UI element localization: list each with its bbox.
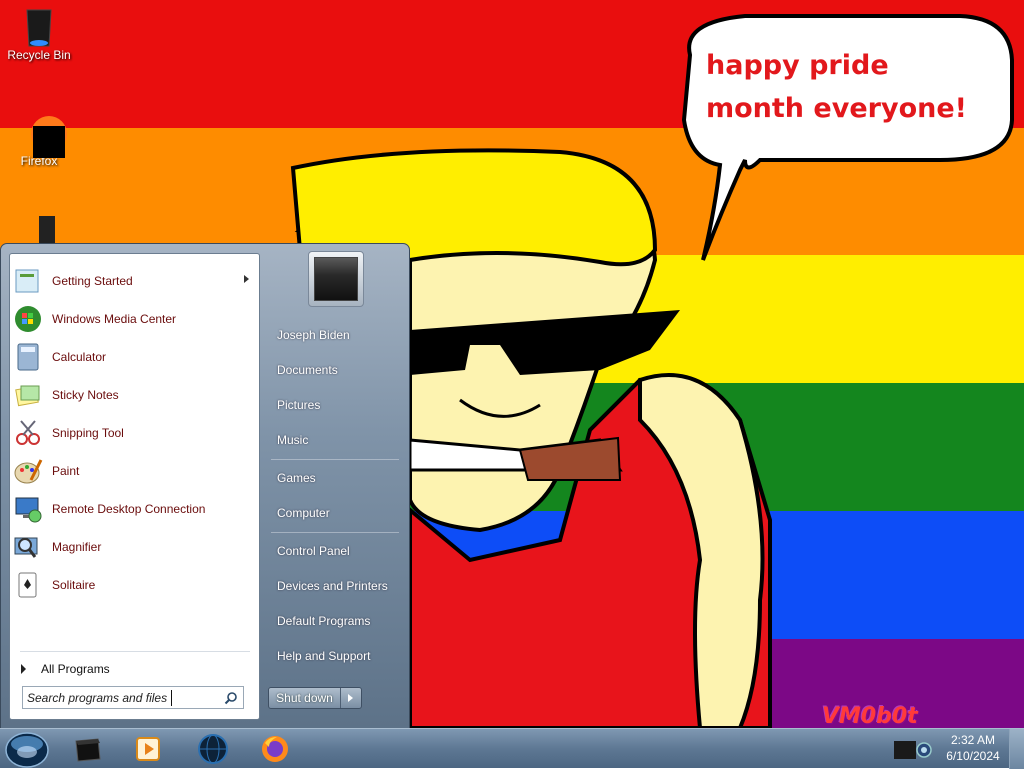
globe-icon[interactable] <box>197 733 229 765</box>
search-icon[interactable] <box>224 691 238 705</box>
search-input[interactable] <box>27 688 217 707</box>
default-programs-label: Default Programs <box>277 614 371 628</box>
devices-and-printers-link[interactable]: Devices and Printers <box>268 570 402 602</box>
network-camera-icon[interactable] <box>892 735 932 763</box>
program-label: Paint <box>52 464 80 478</box>
terminal-icon[interactable] <box>72 733 104 765</box>
system-clock[interactable]: 2:32 AM 6/10/2024 <box>941 732 1005 764</box>
shutdown-button[interactable]: Shut down <box>269 688 341 708</box>
pictures-label: Pictures <box>277 398 321 412</box>
windows-media-center-icon <box>13 304 43 334</box>
program-label: Windows Media Center <box>52 312 177 326</box>
wallpaper-watermark: VM0b0t <box>822 704 918 729</box>
program-label: Getting Started <box>52 274 133 288</box>
start-orb-button[interactable] <box>5 730 49 768</box>
snipping-tool-icon <box>13 418 43 448</box>
show-desktop-button[interactable] <box>1009 729 1024 769</box>
program-magnifier[interactable]: Magnifier <box>13 529 257 565</box>
program-label: Solitaire <box>52 578 96 592</box>
shutdown-options-arrow-icon[interactable] <box>341 688 361 708</box>
documents-link[interactable]: Documents <box>268 354 402 386</box>
program-solitaire[interactable]: Solitaire <box>13 567 257 603</box>
clock-time: 2:32 AM <box>950 733 996 747</box>
computer-label: Computer <box>277 506 330 520</box>
control-panel-link[interactable]: Control Panel <box>268 535 402 567</box>
program-label: Remote Desktop Connection <box>52 502 206 516</box>
program-label: Calculator <box>52 350 107 364</box>
pictures-link[interactable]: Pictures <box>268 389 402 421</box>
computer-link[interactable]: Computer <box>268 497 402 529</box>
documents-label: Documents <box>277 363 338 377</box>
user-name-link[interactable]: Joseph Biden <box>268 319 402 351</box>
solitaire-icon <box>13 570 43 600</box>
taskbar: 2:32 AM 6/10/2024 <box>0 728 1024 769</box>
program-windows-media-center[interactable]: Windows Media Center <box>13 301 257 337</box>
submenu-arrow-icon[interactable] <box>244 275 249 283</box>
desktop-icon-recycle-bin[interactable]: Recycle Bin <box>1 6 77 62</box>
user-name-label: Joseph Biden <box>277 328 350 342</box>
music-label: Music <box>277 433 309 447</box>
control-panel-label: Control Panel <box>277 544 350 558</box>
music-link[interactable]: Music <box>268 424 402 456</box>
program-sticky-notes[interactable]: Sticky Notes <box>13 377 257 413</box>
program-getting-started[interactable]: Getting Started <box>13 263 257 299</box>
start-menu-programs-pane: Getting Started Windows Media Center Cal… <box>9 253 260 720</box>
paint-icon <box>13 456 43 486</box>
speech-bubble-text: happy pride month everyone! <box>706 50 967 124</box>
games-label: Games <box>277 471 316 485</box>
calculator-icon <box>13 342 43 372</box>
user-avatar[interactable] <box>308 251 364 307</box>
devices-and-printers-label: Devices and Printers <box>277 579 388 593</box>
getting-started-icon <box>13 266 43 296</box>
all-programs-label: All Programs <box>41 662 110 676</box>
search-box[interactable] <box>22 686 244 709</box>
program-snipping-tool[interactable]: Snipping Tool <box>13 415 257 451</box>
firefox-icon[interactable] <box>259 733 291 765</box>
sticky-notes-icon <box>13 380 43 410</box>
desktop-icon-firefox[interactable]: Firefox <box>1 112 77 168</box>
programs-separator <box>20 651 250 652</box>
recycle-bin-icon <box>19 6 59 47</box>
help-and-support-label: Help and Support <box>277 649 371 663</box>
help-and-support-link[interactable]: Help and Support <box>268 640 402 672</box>
all-programs-arrow-icon <box>21 664 26 674</box>
program-paint[interactable]: Paint <box>13 453 257 489</box>
program-remote-desktop[interactable]: Remote Desktop Connection <box>13 491 257 527</box>
default-programs-link[interactable]: Default Programs <box>268 605 402 637</box>
desktop-icon-label: Recycle Bin <box>7 48 71 62</box>
firefox-icon <box>19 112 67 158</box>
program-calculator[interactable]: Calculator <box>13 339 257 375</box>
program-label: Snipping Tool <box>52 426 124 440</box>
right-pane-separator <box>271 532 399 533</box>
start-menu: Getting Started Windows Media Center Cal… <box>0 243 410 729</box>
program-label: Magnifier <box>52 540 102 554</box>
media-player-icon[interactable] <box>133 733 165 765</box>
text-cursor <box>171 690 172 706</box>
clock-date: 6/10/2024 <box>946 749 1000 763</box>
all-programs-button[interactable]: All Programs <box>13 656 257 682</box>
right-pane-separator <box>271 459 399 460</box>
remote-desktop-icon <box>13 494 43 524</box>
magnifier-icon <box>13 532 43 562</box>
shutdown-control: Shut down <box>268 687 362 709</box>
program-label: Sticky Notes <box>52 388 119 402</box>
games-link[interactable]: Games <box>268 462 402 494</box>
